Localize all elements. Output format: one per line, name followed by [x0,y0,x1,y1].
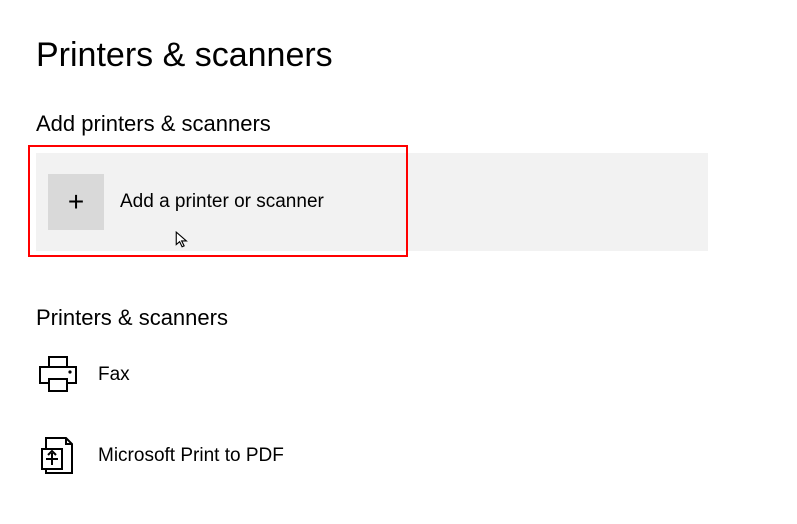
device-item-print-to-pdf[interactable]: Microsoft Print to PDF [36,427,797,485]
print-to-pdf-icon [36,435,84,477]
device-item-fax[interactable]: Fax [36,347,797,403]
section-title-add: Add printers & scanners [36,111,797,137]
device-label: Fax [98,364,130,386]
fax-icon [36,355,84,395]
plus-icon: + [48,174,104,230]
section-title-list: Printers & scanners [36,305,797,331]
device-label: Microsoft Print to PDF [98,445,284,467]
add-printer-label: Add a printer or scanner [120,191,324,213]
add-printer-button[interactable]: + Add a printer or scanner [36,153,708,251]
page-title: Printers & scanners [36,36,797,75]
